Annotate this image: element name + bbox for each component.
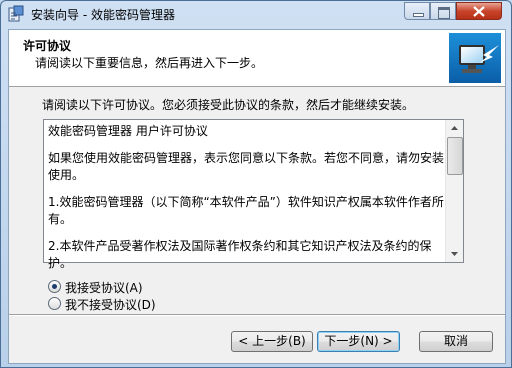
license-text: 效能密码管理器 用户许可协议 如果您使用效能密码管理器，表示您同意以下条款。若您… <box>48 123 446 282</box>
license-paragraph: 2.本软件产品受著作权法及国际著作权条约和其它知识产权法及条约的保护。 <box>48 239 432 270</box>
maximize-icon <box>438 7 450 19</box>
license-prompt: 请阅读以下许可协议。您必须接受此协议的条款，然后才能继续安装。 <box>42 98 412 112</box>
license-paragraph: 如果您使用效能密码管理器，表示您同意以下条款。若您不同意，请勿安装使用。 <box>48 151 445 182</box>
back-button[interactable]: < 上一步(B) <box>231 331 313 352</box>
wizard-header: 许可协议 请阅读以下重要信息，然后再进入下一步。 <box>9 30 505 87</box>
minimize-icon <box>413 13 424 17</box>
page-title: 许可协议 <box>23 39 72 53</box>
next-button[interactable]: 下一步(N) > <box>317 331 400 352</box>
minimize-button[interactable] <box>404 2 430 20</box>
maximize-button[interactable] <box>430 2 456 20</box>
setup-computer-icon <box>449 33 501 83</box>
close-button[interactable] <box>456 2 502 20</box>
license-paragraph: 效能密码管理器 用户许可协议 <box>48 124 208 138</box>
page-subtitle: 请阅读以下重要信息，然后再进入下一步。 <box>35 56 264 70</box>
installer-app-icon <box>7 5 25 23</box>
title-bar[interactable]: 安装向导 - 效能密码管理器 <box>1 1 511 29</box>
installer-window: 安装向导 - 效能密码管理器 许可协议 请阅读以下重要信息，然后再进入下一步。 <box>0 0 512 368</box>
cancel-button[interactable]: 取消 <box>419 331 493 352</box>
footer-divider <box>9 314 505 316</box>
decline-label[interactable]: 我不接受协议(D) <box>65 296 156 313</box>
scroll-down-arrow-icon[interactable] <box>446 245 463 262</box>
license-textbox[interactable]: 效能密码管理器 用户许可协议 如果您使用效能密码管理器，表示您同意以下条款。若您… <box>43 119 464 270</box>
license-scrollbar[interactable] <box>445 120 463 262</box>
scrollbar-thumb[interactable] <box>447 137 463 175</box>
scroll-up-arrow-icon[interactable] <box>446 120 463 137</box>
decline-radio[interactable] <box>48 297 61 310</box>
wizard-client-area: 许可协议 请阅读以下重要信息，然后再进入下一步。 请阅读以下许可协议。您必须接受… <box>8 29 506 364</box>
close-icon <box>473 6 485 17</box>
accept-label[interactable]: 我接受协议(A) <box>65 279 143 296</box>
license-paragraph: 1.效能密码管理器（以下简称“本软件产品”）软件知识产权属本软件作者所有。 <box>48 195 444 226</box>
window-title: 安装向导 - 效能密码管理器 <box>31 8 175 22</box>
accept-radio[interactable] <box>48 280 61 293</box>
